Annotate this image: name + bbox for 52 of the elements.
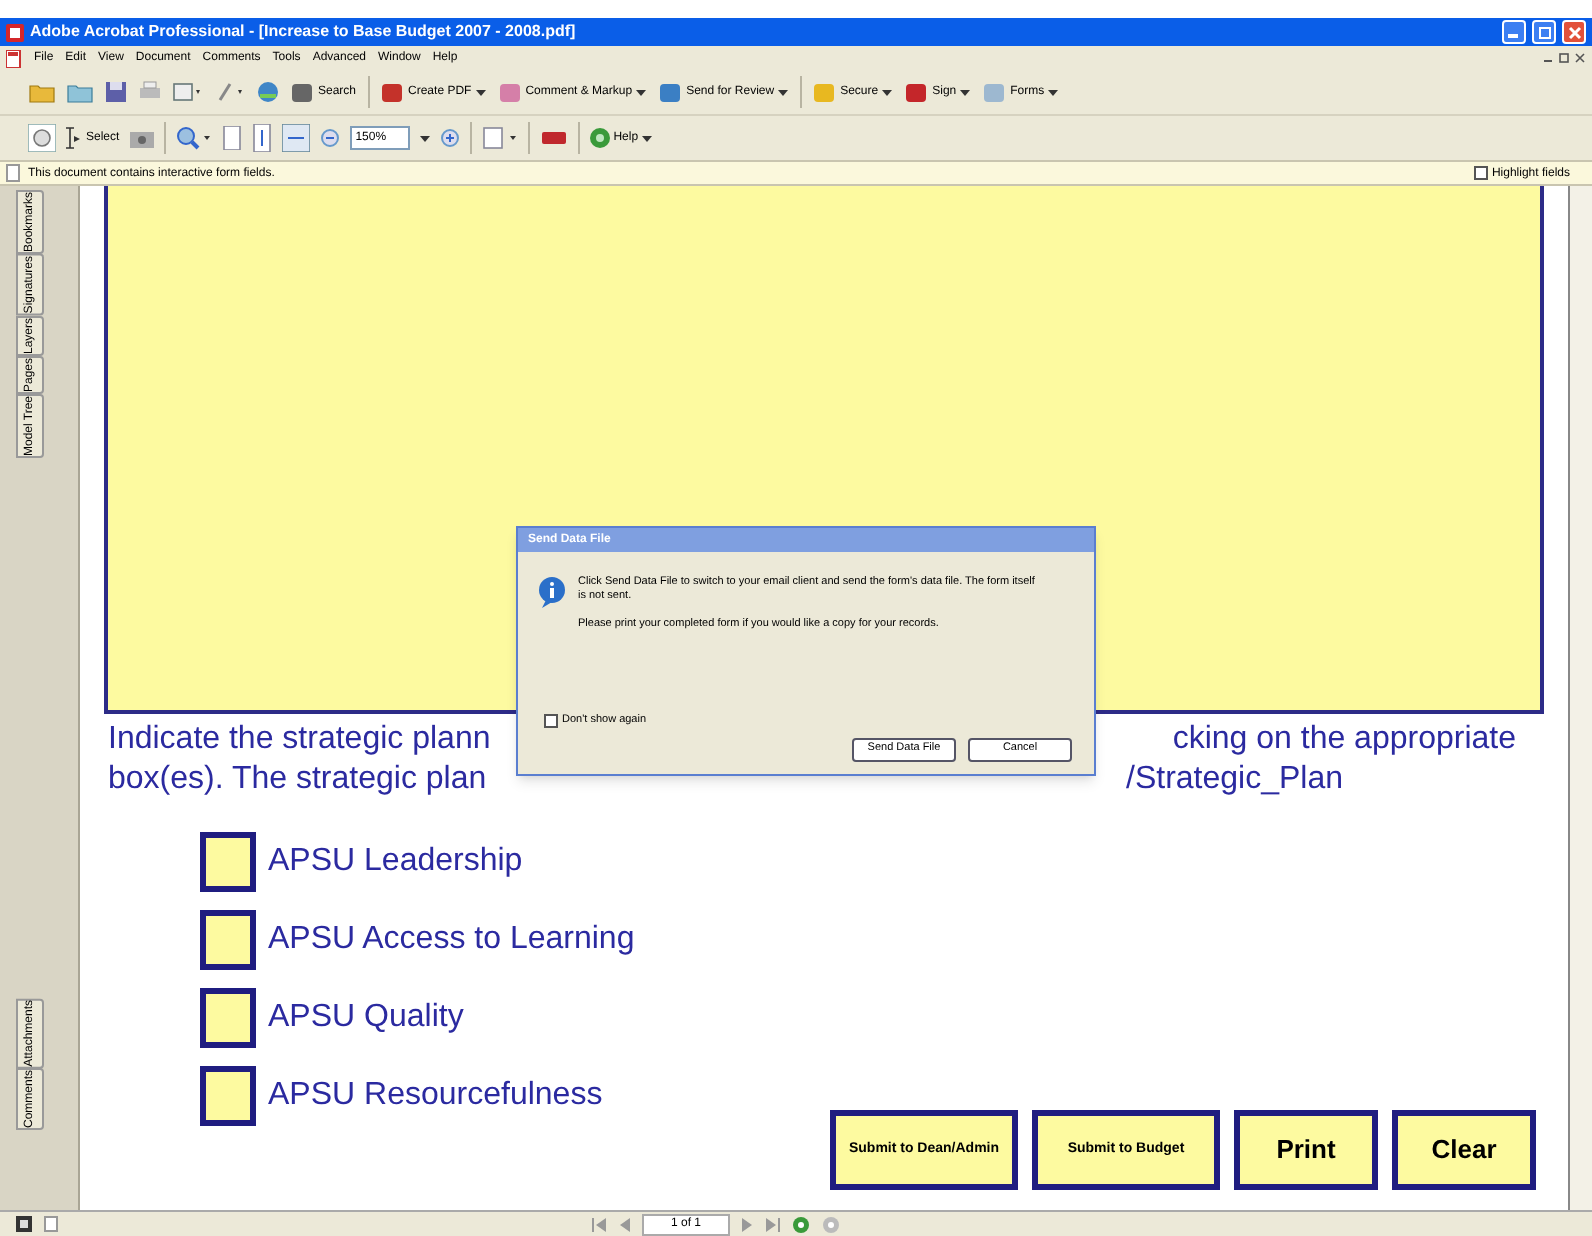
option-label: APSU Quality [268, 998, 464, 1038]
caret-icon [882, 89, 893, 95]
window-title: Adobe Acrobat Professional - [Increase to Base Budget 2007 - 2008.pdf] [30, 24, 578, 40]
fit-height-icon[interactable] [251, 124, 272, 152]
form-button[interactable]: Print [1234, 1110, 1378, 1190]
zoom-in-icon[interactable] [439, 128, 460, 148]
film-icon[interactable] [16, 1216, 32, 1232]
form-button[interactable]: Clear [1392, 1110, 1536, 1190]
checkbox[interactable] [200, 910, 256, 970]
folder-icon[interactable] [66, 80, 94, 104]
option-label: APSU Access to Learning [268, 920, 635, 960]
window-controls-icon[interactable] [1542, 52, 1586, 64]
instruction-text: Indicate the strategic plann [108, 720, 491, 760]
globe-icon[interactable] [256, 80, 280, 104]
caret-icon [1048, 89, 1059, 95]
zoom-out-icon[interactable] [319, 128, 340, 148]
close-icon [1567, 25, 1581, 39]
previous-page-icon[interactable] [618, 1217, 630, 1231]
camera-icon[interactable] [129, 128, 154, 148]
restore-icon [1537, 25, 1551, 39]
checkbox[interactable] [200, 832, 256, 892]
restore-button[interactable] [1532, 20, 1556, 44]
caret-icon [642, 135, 653, 141]
window-icon[interactable] [172, 80, 204, 104]
caret-icon[interactable] [419, 135, 430, 141]
text-cursor-icon [66, 126, 82, 150]
last-page-icon[interactable] [766, 1217, 780, 1231]
close-button[interactable] [1562, 20, 1586, 44]
next-page-icon[interactable] [742, 1217, 754, 1231]
app-icon [6, 23, 24, 41]
fit-width-icon[interactable] [281, 124, 310, 152]
option-label: APSU Leadership [268, 842, 523, 882]
caret-icon [475, 89, 486, 95]
first-page-icon[interactable] [592, 1217, 606, 1231]
instruction-text: cking on the appropriate [1172, 720, 1516, 760]
caret-icon [778, 89, 789, 95]
printer-icon[interactable] [138, 80, 162, 104]
folder-icon[interactable] [28, 80, 56, 104]
info-icon [538, 576, 566, 608]
save-icon[interactable] [104, 80, 128, 104]
option-label: APSU Resourcefulness [268, 1076, 603, 1116]
page-icon[interactable] [44, 1216, 58, 1232]
caret-icon [960, 89, 971, 95]
caret-icon [636, 89, 647, 95]
checkbox[interactable] [200, 988, 256, 1048]
instruction-text: /Strategic_Plan [1126, 760, 1344, 800]
instruction-text: box(es). The strategic plan [108, 760, 489, 800]
minimize-button[interactable] [1502, 20, 1526, 44]
checkbox[interactable] [200, 1066, 256, 1126]
page-icon[interactable] [221, 126, 242, 150]
scrollbar[interactable] [1570, 186, 1592, 1210]
zoom-icon[interactable] [175, 126, 212, 150]
